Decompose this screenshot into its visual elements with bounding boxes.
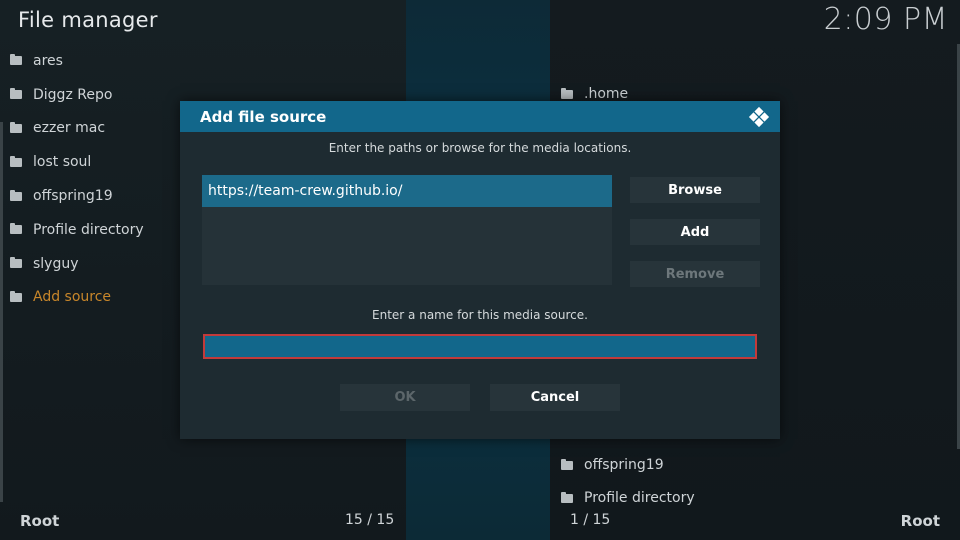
list-item[interactable]: Profile directory — [561, 491, 695, 505]
folder-icon — [561, 491, 573, 503]
right-item-count: 1 / 15 — [570, 512, 611, 528]
list-item[interactable]: Profile directory — [10, 213, 144, 247]
clock: 2:09 PM — [823, 2, 948, 37]
paths-prompt: Enter the paths or browse for the media … — [328, 141, 632, 155]
path-list[interactable]: https://team-crew.github.io/ — [202, 175, 612, 285]
folder-icon — [10, 189, 22, 201]
list-item[interactable]: offspring19 — [10, 179, 144, 213]
folder-icon — [561, 87, 573, 99]
browse-button[interactable]: Browse — [630, 177, 760, 203]
add-file-source-dialog: Add file source Enter the paths or brows… — [180, 101, 780, 439]
add-source-item[interactable]: Add source — [10, 281, 144, 315]
list-item[interactable]: .home — [561, 86, 628, 102]
list-item[interactable]: ares — [10, 44, 144, 78]
list-item[interactable]: Diggz Repo — [10, 78, 144, 112]
kodi-logo-icon — [748, 106, 770, 128]
folder-icon — [561, 458, 573, 470]
name-prompt: Enter a name for this media source. — [372, 308, 588, 322]
folder-icon — [10, 155, 22, 167]
list-item[interactable]: lost soul — [10, 145, 144, 179]
media-source-name-input[interactable] — [203, 334, 757, 359]
list-item[interactable]: slyguy — [10, 247, 144, 281]
dialog-title: Add file source — [200, 107, 327, 126]
app-title: File manager — [18, 8, 158, 32]
cancel-button[interactable]: Cancel — [490, 384, 620, 411]
add-button[interactable]: Add — [630, 219, 760, 245]
left-scrollbar[interactable] — [0, 122, 3, 502]
left-item-count: 15 / 15 — [345, 512, 395, 528]
dialog-header: Add file source — [180, 101, 780, 132]
remove-button[interactable]: Remove — [630, 261, 760, 287]
folder-icon — [10, 290, 22, 302]
left-source-list: ares Diggz Repo ezzer mac lost soul offs… — [10, 44, 144, 314]
left-footer-label: Root — [20, 512, 60, 530]
folder-icon — [10, 54, 22, 66]
right-footer-label: Root — [900, 512, 940, 530]
list-item[interactable]: ezzer mac — [10, 112, 144, 146]
ok-button[interactable]: OK — [340, 384, 470, 411]
path-list-item[interactable]: https://team-crew.github.io/ — [202, 175, 612, 207]
folder-icon — [10, 223, 22, 235]
folder-icon — [10, 257, 22, 269]
list-item[interactable]: offspring19 — [561, 457, 664, 473]
folder-icon — [10, 88, 22, 100]
folder-icon — [10, 121, 22, 133]
